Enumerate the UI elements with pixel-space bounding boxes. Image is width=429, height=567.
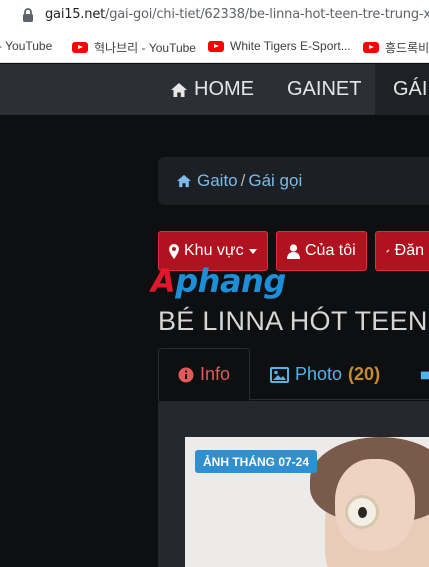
caret-down-icon [248,248,257,254]
mine-button[interactable]: Của tôi [276,231,367,271]
tab-photo-label: Photo [295,364,343,384]
bookmark-label: - YouTube [0,39,53,53]
home-icon [177,174,191,188]
nav-home-label: HOME [194,78,254,100]
nav-home[interactable]: HOME [158,64,266,115]
breadcrumb-current-link[interactable]: Gái gọi [248,171,302,191]
flower-sticker [345,495,379,529]
bookmark-label: White Tigers E-Sport... [230,39,351,53]
url-text[interactable]: gai15.net/gai-goi/chi-tiet/62338/be-linn… [45,7,429,22]
post-button[interactable]: Đăn [375,231,429,271]
info-icon [178,367,194,382]
bookmark-label: 흥드록비 [385,41,429,55]
nav-gainet-label: GAINET [287,78,362,100]
pencil-icon [386,249,390,253]
nav-gainet[interactable]: GAINET [275,64,373,115]
tab-info[interactable]: Info [158,348,251,401]
photo-count: (20) [348,364,381,384]
tab-partial[interactable] [420,348,429,401]
breadcrumb: Gaito / Gái gọi [158,157,429,205]
home-icon [171,82,187,97]
youtube-icon [72,42,88,53]
url-host: gai15.net [45,7,106,22]
site-navbar: HOME GAINET GÁI [0,64,429,115]
url-path: /gai-goi/chi-tiet/62338/be-linna-hot-tee… [105,7,429,22]
area-button-label: Khu vực [184,242,244,259]
youtube-icon [363,42,379,53]
breadcrumb-home-link[interactable]: Gaito [197,171,238,191]
watermark-logo: Aphang [151,262,286,300]
tab-photo[interactable]: Photo (20) [270,348,380,401]
lock-icon[interactable] [22,8,34,22]
map-marker-icon [169,243,179,259]
bookmark-item[interactable]: White Tigers E-Sport... [208,39,351,53]
image-icon [270,366,289,383]
bookmark-item[interactable]: - YouTube [0,39,52,53]
youtube-icon [208,40,224,52]
bookmark-item[interactable]: 흥드록비 [363,39,429,56]
tab-info-label: Info [200,364,231,384]
photo-date-badge: ẢNH THÁNG 07-24 [195,450,318,473]
bookmark-label: 혁나브리 - YouTube [94,41,196,55]
address-bar[interactable]: gai15.net/gai-goi/chi-tiet/62338/be-linn… [0,0,429,30]
breadcrumb-separator: / [240,171,246,190]
page-title: BÉ LINNA HÓT TEEN [158,306,428,336]
video-icon [420,371,429,379]
nav-gai[interactable]: GÁI [375,64,429,115]
logo-part-1: A [151,262,176,300]
nav-gai-label: GÁI [393,78,428,100]
user-icon [287,243,300,259]
profile-tabs: Info Photo (20) [158,348,429,401]
post-button-label: Đăn [394,242,424,259]
bookmark-item[interactable]: 혁나브리 - YouTube [72,39,196,56]
logo-part-2: phang [175,262,286,300]
mine-button-label: Của tôi [305,242,356,259]
bookmarks-bar: - YouTube 혁나브리 - YouTube White Tigers E-… [0,30,429,63]
